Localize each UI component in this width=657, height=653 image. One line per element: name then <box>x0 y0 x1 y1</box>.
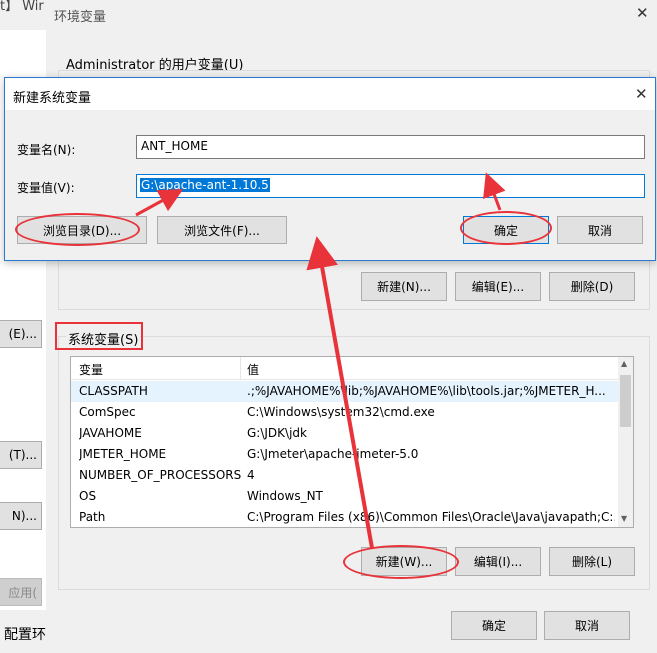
arrow-to-value-field <box>135 189 184 217</box>
annotation-arrows <box>135 172 506 549</box>
arrow-from-new-to-dialog <box>306 236 374 549</box>
arrow-to-ok <box>483 172 506 211</box>
